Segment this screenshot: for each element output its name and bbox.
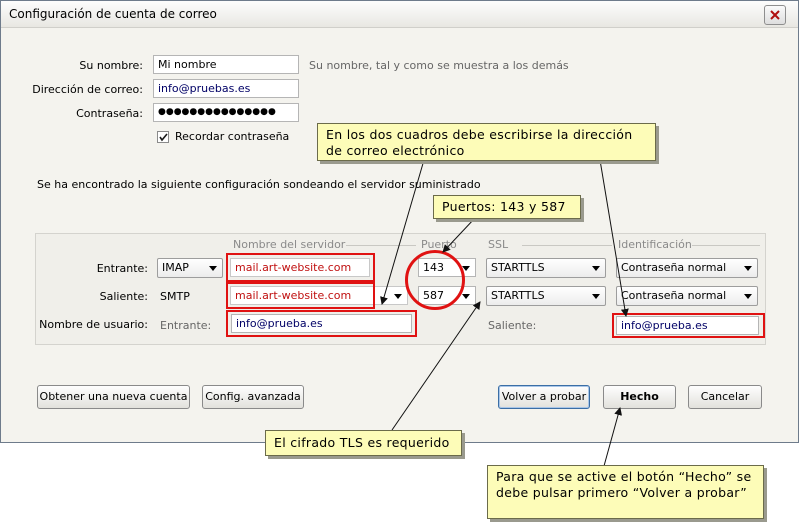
email-note-callout: En los dos cuadros debe escribirse la di… <box>317 123 656 161</box>
ports-note-text: Puertos: 143 y 587 <box>442 199 566 214</box>
tls-note-text: El cifrado TLS es requerido <box>274 435 450 450</box>
email-note-text: En los dos cuadros debe escribirse la di… <box>326 127 633 158</box>
ports-note-callout: Puertos: 143 y 587 <box>433 195 581 219</box>
arrow-to-outgoing-username <box>599 159 629 317</box>
tls-note-callout: El cifrado TLS es requerido <box>265 430 462 456</box>
arrow-to-done <box>603 407 622 467</box>
arrow-to-username <box>380 159 425 305</box>
arrow-to-ports <box>442 217 476 253</box>
done-note-text: Para que se active el botón “Hecho” se d… <box>496 469 752 500</box>
done-note-callout: Para que se active el botón “Hecho” se d… <box>487 465 764 519</box>
arrow-to-ssl <box>391 301 481 431</box>
